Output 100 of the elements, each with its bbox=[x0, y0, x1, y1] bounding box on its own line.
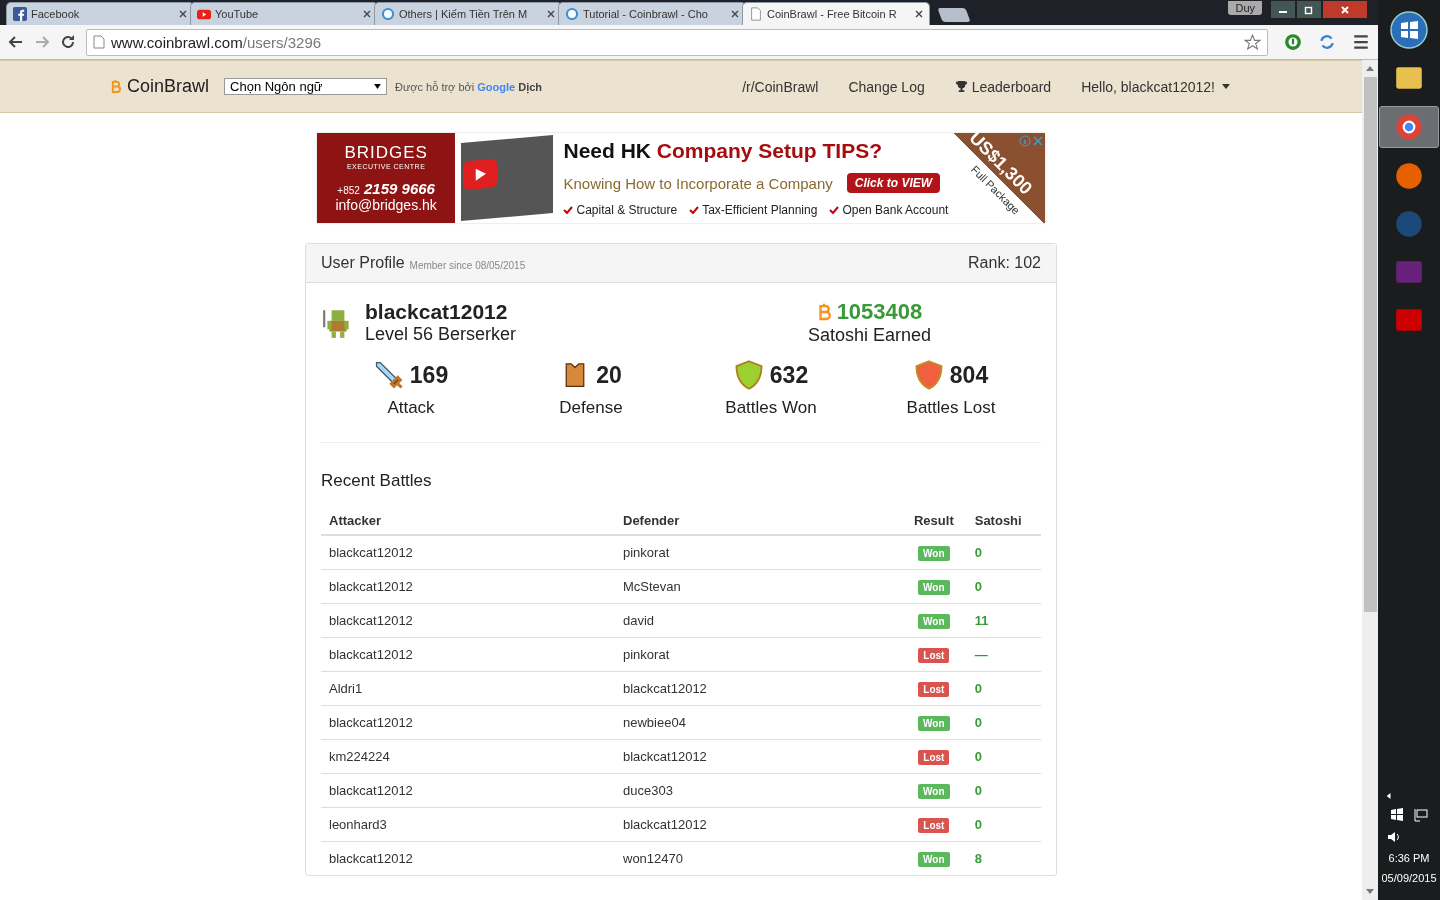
windows-flag-icon[interactable] bbox=[1390, 808, 1404, 822]
language-select[interactable]: Chọn Ngôn ngữ bbox=[224, 78, 388, 95]
app-icon bbox=[1393, 208, 1425, 240]
result-label: Lost bbox=[918, 750, 950, 765]
stat-label: Defense bbox=[559, 398, 623, 418]
table-cell: km224224 bbox=[321, 739, 615, 774]
column-header: Result bbox=[901, 507, 967, 535]
show-hidden-icons-icon[interactable] bbox=[1386, 792, 1392, 800]
scroll-down-icon[interactable] bbox=[1366, 889, 1374, 894]
taskbar-app[interactable] bbox=[1379, 106, 1439, 148]
panel-title: User Profile bbox=[321, 254, 405, 272]
result-label: Lost bbox=[918, 648, 950, 663]
result-label: Won bbox=[918, 546, 950, 561]
stat-value: 20 bbox=[596, 361, 622, 389]
bitcoin-icon bbox=[816, 302, 831, 322]
play-icon bbox=[197, 7, 211, 21]
nav-link[interactable]: Change Log bbox=[848, 78, 925, 95]
table-cell: 0 bbox=[966, 671, 1041, 706]
close-icon[interactable] bbox=[363, 10, 371, 18]
scrollbar[interactable] bbox=[1362, 60, 1378, 900]
ad-cta-button[interactable]: Click to VIEW bbox=[846, 173, 941, 193]
volume-icon[interactable] bbox=[1387, 830, 1401, 844]
table-cell: blackcat12012 bbox=[615, 807, 901, 842]
minimize-button[interactable] bbox=[1270, 0, 1296, 19]
nav-link[interactable]: Hello, blackcat12012! bbox=[1081, 78, 1230, 95]
sync-icon[interactable] bbox=[1318, 33, 1336, 51]
nav-link[interactable]: /r/CoinBrawl bbox=[742, 78, 819, 95]
start-button[interactable] bbox=[1389, 10, 1429, 50]
check-icon bbox=[563, 206, 574, 214]
clock-date[interactable]: 05/09/2015 bbox=[1381, 872, 1437, 884]
back-icon[interactable] bbox=[8, 34, 24, 50]
reload-icon[interactable] bbox=[60, 34, 76, 50]
clock-time[interactable]: 6:36 PM bbox=[1388, 852, 1430, 864]
play-icon bbox=[463, 157, 498, 191]
ad-subline: Knowing How to Incorporate a Company bbox=[563, 174, 833, 192]
user-badge[interactable]: Duy bbox=[1228, 1, 1262, 15]
column-header: Defender bbox=[615, 507, 901, 535]
table-cell: — bbox=[966, 637, 1041, 672]
extension-icon[interactable] bbox=[1284, 33, 1302, 51]
stat-value: 169 bbox=[409, 361, 449, 389]
table-cell: blackcat12012 bbox=[321, 569, 615, 604]
table-cell: blackcat12012 bbox=[321, 705, 615, 740]
new-tab-button[interactable] bbox=[937, 8, 971, 22]
close-icon[interactable] bbox=[731, 10, 739, 18]
table-cell: 11 bbox=[966, 603, 1041, 638]
close-icon[interactable] bbox=[915, 10, 923, 18]
translate-credit: Được hỗ trợ bởi Google Dịch bbox=[395, 80, 543, 93]
table-cell: won12470 bbox=[615, 841, 901, 875]
nav-link[interactable]: Leaderboard bbox=[954, 78, 1052, 95]
rank: Rank: 102 bbox=[968, 254, 1041, 272]
satoshi-earned-label: Satoshi Earned bbox=[807, 325, 931, 346]
network-icon[interactable] bbox=[1414, 808, 1428, 822]
maximize-button[interactable] bbox=[1296, 0, 1322, 19]
username: blackcat12012 bbox=[365, 300, 508, 324]
browser-tab[interactable]: CoinBrawl - Free Bitcoin R bbox=[742, 2, 930, 25]
menu-icon[interactable] bbox=[1352, 33, 1370, 51]
table-cell: newbiee04 bbox=[615, 705, 901, 740]
ad-banner[interactable] bbox=[317, 133, 1045, 223]
brand-link[interactable]: CoinBrawl bbox=[110, 76, 210, 97]
page-icon bbox=[93, 35, 105, 49]
address-bar[interactable]: www.coinbrawl.com/users/3296 bbox=[86, 28, 1268, 56]
table-cell: 0 bbox=[966, 739, 1041, 774]
ad-email: info@bridges.hk bbox=[335, 197, 437, 213]
sword-icon bbox=[373, 360, 404, 390]
result-label: Lost bbox=[918, 818, 950, 833]
stat-label: Attack bbox=[387, 398, 435, 418]
dropdown-arrow-icon bbox=[374, 84, 382, 89]
table-cell: blackcat12012 bbox=[321, 535, 615, 570]
table-cell: Aldri1 bbox=[321, 671, 615, 706]
table-cell: blackcat12012 bbox=[321, 603, 615, 638]
trophy-icon bbox=[954, 80, 968, 93]
table-cell: 0 bbox=[966, 705, 1041, 740]
table-cell: blackcat12012 bbox=[615, 671, 901, 706]
table-cell: blackcat12012 bbox=[321, 637, 615, 672]
table-cell: pinkorat bbox=[615, 535, 901, 570]
result-label: Lost bbox=[918, 682, 950, 697]
ad-phone: +852 2159 9666 bbox=[337, 180, 435, 197]
table-cell: david bbox=[615, 603, 901, 638]
star-icon[interactable] bbox=[1244, 33, 1261, 51]
close-icon[interactable] bbox=[547, 10, 555, 18]
minimize-icon bbox=[1279, 11, 1287, 13]
scrollbar-thumb[interactable] bbox=[1363, 77, 1377, 612]
restore-icon bbox=[1304, 4, 1314, 15]
scroll-up-icon[interactable] bbox=[1366, 66, 1374, 71]
table-cell: 0 bbox=[966, 773, 1041, 808]
table-cell: 0 bbox=[966, 807, 1041, 842]
close-button[interactable] bbox=[1322, 0, 1368, 19]
satoshi-earned-value: 1053408 bbox=[816, 299, 923, 325]
result-label: Won bbox=[918, 614, 950, 629]
ad-point: Open Bank Account bbox=[829, 203, 949, 217]
table-cell: 0 bbox=[966, 535, 1041, 570]
ad-point: Tax-Efficient Planning bbox=[689, 203, 818, 217]
table-cell: duce303 bbox=[615, 773, 901, 808]
table-cell: pinkorat bbox=[615, 637, 901, 672]
shield-icon bbox=[913, 360, 944, 390]
stat-label: Battles Lost bbox=[906, 398, 996, 418]
result-label: Won bbox=[918, 716, 950, 731]
table-cell: McStevan bbox=[615, 569, 901, 604]
result-label: Won bbox=[918, 784, 950, 799]
close-icon[interactable] bbox=[179, 10, 187, 18]
